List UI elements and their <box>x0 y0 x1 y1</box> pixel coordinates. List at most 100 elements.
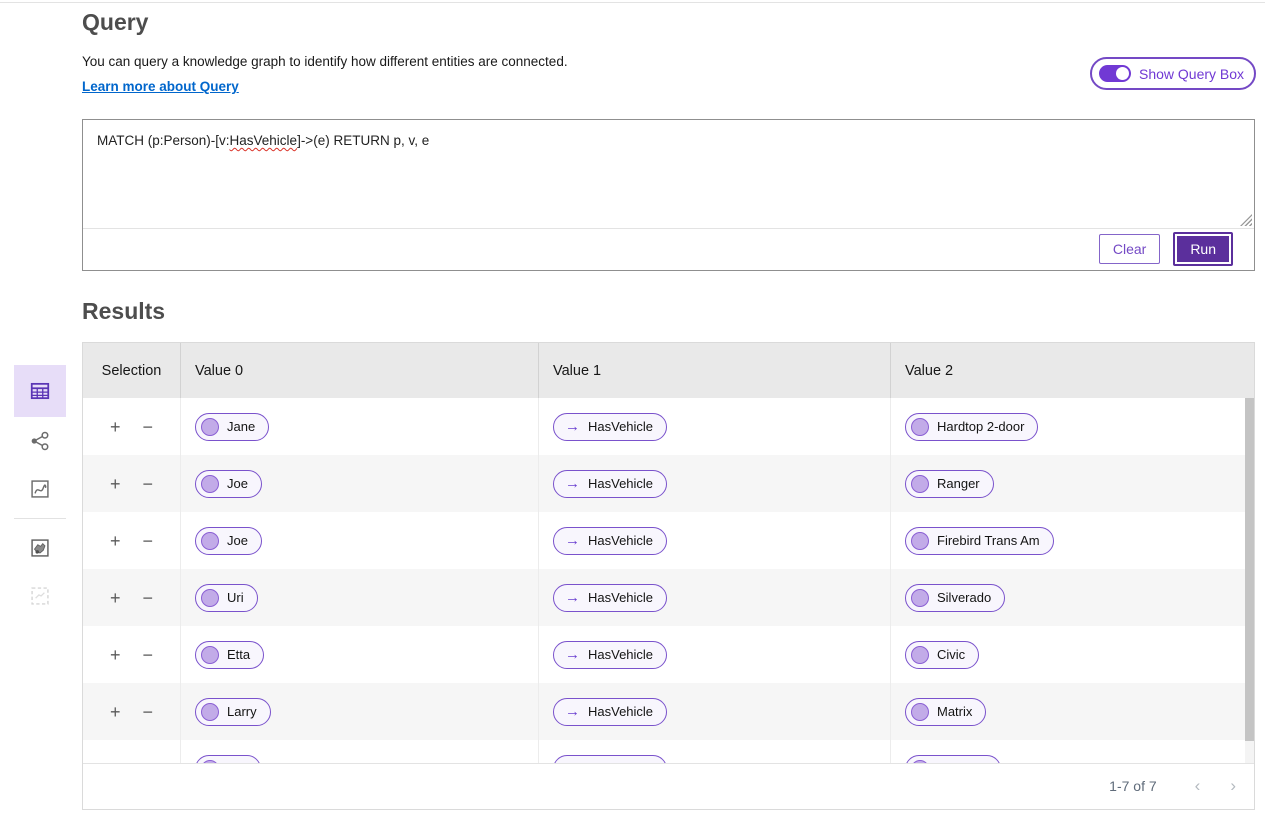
value2-cell: Ranger <box>890 455 1254 512</box>
node-pill[interactable]: Jim <box>195 755 261 764</box>
node-circle-icon <box>911 589 929 607</box>
table-pagination-bar: 1-7 of 7 ‹ › <box>83 763 1254 807</box>
node-pill[interactable]: Mustang <box>905 755 1001 764</box>
edge-label: HasVehicle <box>588 476 653 491</box>
node-pill[interactable]: Larry <box>195 698 271 726</box>
sidebar-item-table-view[interactable] <box>14 365 66 417</box>
edge-label: HasVehicle <box>588 647 653 662</box>
edge-pill[interactable]: → HasVehicle <box>553 470 667 498</box>
value2-cell: Silverado <box>890 569 1254 626</box>
scrollbar-thumb[interactable] <box>1245 398 1254 741</box>
results-table: Selection Value 0 Value 1 Value 2 + − Ja… <box>82 342 1255 810</box>
node-pill[interactable]: Ranger <box>905 470 994 498</box>
expand-row-button[interactable]: + <box>110 589 121 607</box>
selection-cell: + − <box>83 740 180 763</box>
run-button[interactable]: Run <box>1173 232 1233 266</box>
arrow-right-icon: → <box>565 533 580 548</box>
collapse-row-button[interactable]: − <box>143 646 154 664</box>
table-row: + − Jim → HasVehicle Mustang <box>83 740 1254 763</box>
learn-more-link[interactable]: Learn more about Query <box>82 79 239 94</box>
graph-view-icon <box>29 430 51 452</box>
selection-cell: + − <box>83 398 180 455</box>
sidebar-item-map-view[interactable] <box>14 524 66 572</box>
collapse-row-button[interactable]: − <box>143 589 154 607</box>
node-circle-icon <box>201 703 219 721</box>
node-circle-icon <box>201 589 219 607</box>
node-circle-icon <box>911 760 929 764</box>
extra-view-icon <box>29 585 51 607</box>
node-pill[interactable]: Matrix <box>905 698 986 726</box>
value1-cell: → HasVehicle <box>538 569 890 626</box>
node-pill[interactable]: Etta <box>195 641 264 669</box>
collapse-row-button[interactable]: − <box>143 703 154 721</box>
resize-handle[interactable] <box>1240 214 1252 226</box>
sidebar-divider <box>14 518 66 519</box>
expand-row-button[interactable]: + <box>110 646 121 664</box>
node-pill[interactable]: Hardtop 2-door <box>905 413 1038 441</box>
collapse-row-button[interactable]: − <box>143 475 154 493</box>
node-circle-icon <box>911 703 929 721</box>
value1-cell: → HasVehicle <box>538 740 890 763</box>
arrow-right-icon: → <box>565 590 580 605</box>
node-circle-icon <box>911 532 929 550</box>
expand-row-button[interactable]: + <box>110 418 121 436</box>
top-divider <box>0 2 1265 3</box>
node-pill[interactable]: Jane <box>195 413 269 441</box>
map-view-icon <box>29 537 51 559</box>
column-header-selection: Selection <box>83 343 180 398</box>
edge-pill[interactable]: → HasVehicle <box>553 698 667 726</box>
show-query-box-toggle[interactable]: Show Query Box <box>1090 57 1256 90</box>
expand-row-button[interactable]: + <box>110 703 121 721</box>
edge-pill[interactable]: → HasVehicle <box>553 584 667 612</box>
clear-button[interactable]: Clear <box>1099 234 1160 264</box>
edge-pill[interactable]: → HasVehicle <box>553 413 667 441</box>
sidebar-item-extra-view-disabled[interactable] <box>14 572 66 620</box>
sidebar-item-chart-view[interactable] <box>14 465 66 513</box>
table-scrollbar[interactable] <box>1245 398 1254 763</box>
value2-cell: Matrix <box>890 683 1254 740</box>
node-pill[interactable]: Joe <box>195 470 262 498</box>
value2-cell: Hardtop 2-door <box>890 398 1254 455</box>
node-pill[interactable]: Uri <box>195 584 258 612</box>
value0-cell: Jim <box>180 740 538 763</box>
value0-cell: Joe <box>180 512 538 569</box>
node-label: Hardtop 2-door <box>937 419 1024 434</box>
edge-pill[interactable]: → HasVehicle <box>553 527 667 555</box>
value0-cell: Joe <box>180 455 538 512</box>
query-text-misspelled: HasVehicle <box>230 133 298 148</box>
node-pill[interactable]: Firebird Trans Am <box>905 527 1054 555</box>
table-row: + − Joe → HasVehicle Firebird Trans Am <box>83 512 1254 569</box>
collapse-row-button[interactable]: − <box>143 760 154 764</box>
toggle-switch-icon[interactable] <box>1099 65 1131 82</box>
node-pill[interactable]: Civic <box>905 641 979 669</box>
table-body: + − Jane → HasVehicle Hardtop 2-door + − <box>83 398 1254 763</box>
query-text-before: MATCH (p:Person)-[v: <box>97 133 230 148</box>
value2-cell: Mustang <box>890 740 1254 763</box>
table-header-row: Selection Value 0 Value 1 Value 2 <box>83 343 1254 398</box>
expand-row-button[interactable]: + <box>110 760 121 764</box>
expand-row-button[interactable]: + <box>110 532 121 550</box>
node-circle-icon <box>911 646 929 664</box>
table-view-icon <box>29 380 51 402</box>
node-label: Firebird Trans Am <box>937 533 1040 548</box>
expand-row-button[interactable]: + <box>110 475 121 493</box>
table-row: + − Uri → HasVehicle Silverado <box>83 569 1254 626</box>
node-label: Silverado <box>937 590 991 605</box>
chevron-right-icon[interactable]: › <box>1230 776 1236 796</box>
table-rows-container: + − Jane → HasVehicle Hardtop 2-door + − <box>83 398 1254 763</box>
column-header-value0: Value 0 <box>180 343 538 398</box>
node-label: Joe <box>227 476 248 491</box>
node-pill[interactable]: Silverado <box>905 584 1005 612</box>
value0-cell: Uri <box>180 569 538 626</box>
node-label: Joe <box>227 533 248 548</box>
arrow-right-icon: → <box>565 476 580 491</box>
sidebar-item-graph-view[interactable] <box>14 417 66 465</box>
edge-pill[interactable]: → HasVehicle <box>553 641 667 669</box>
edge-pill[interactable]: → HasVehicle <box>553 755 667 764</box>
value2-cell: Firebird Trans Am <box>890 512 1254 569</box>
collapse-row-button[interactable]: − <box>143 418 154 436</box>
collapse-row-button[interactable]: − <box>143 532 154 550</box>
node-pill[interactable]: Joe <box>195 527 262 555</box>
query-textarea[interactable]: MATCH (p:Person)-[v:HasVehicle]->(e) RET… <box>83 120 1254 229</box>
chevron-left-icon[interactable]: ‹ <box>1195 776 1201 796</box>
